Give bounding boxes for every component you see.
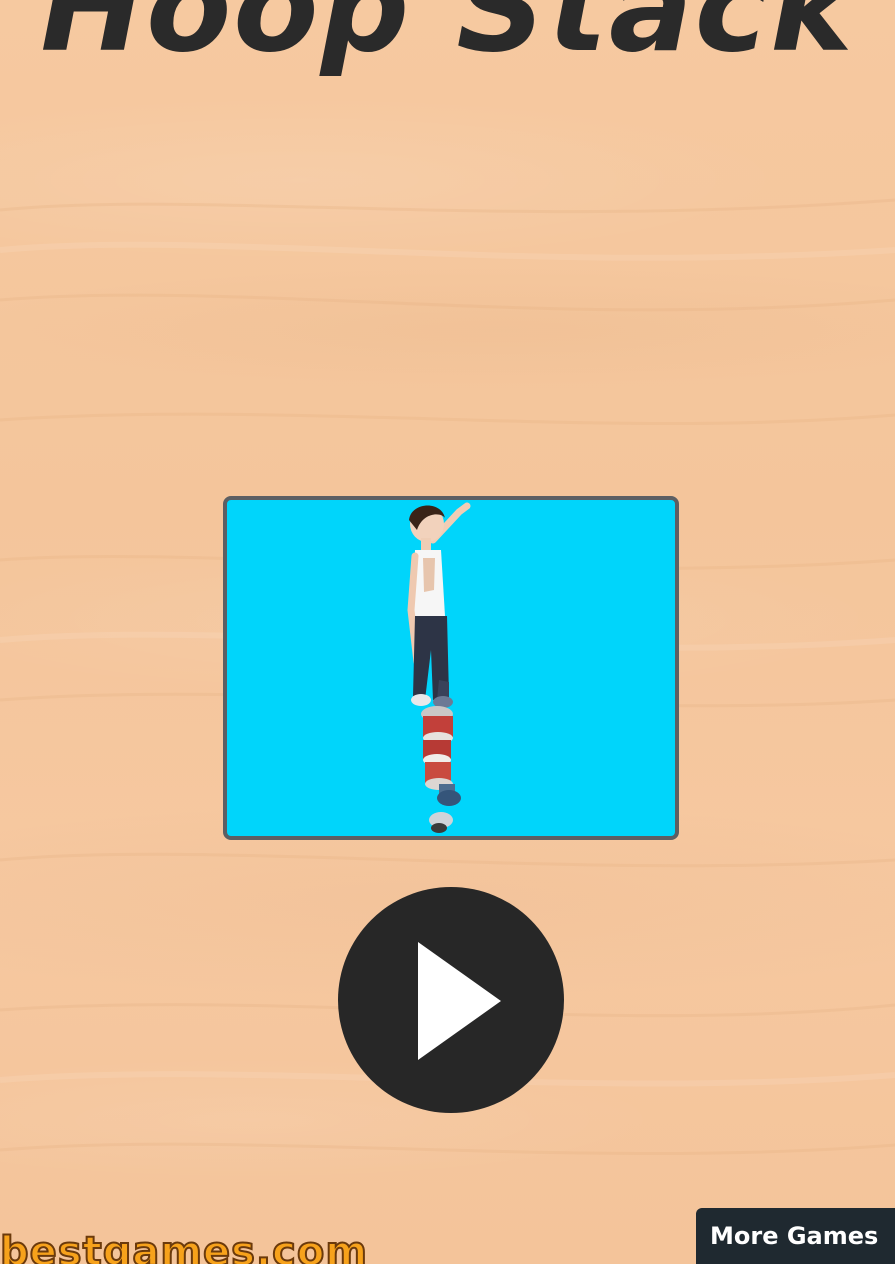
game-title: Hoop Stack: [40, 0, 855, 80]
bestgames-logo[interactable]: bestgames.com: [0, 1228, 368, 1264]
play-button[interactable]: [338, 887, 564, 1113]
play-icon: [418, 942, 501, 1060]
game-screen: Hoop Stack bestgames.com More Games: [0, 0, 895, 1264]
gameplay-preview: [223, 496, 679, 840]
more-games-button[interactable]: More Games: [696, 1208, 895, 1264]
character-stack-illustration: [407, 502, 471, 833]
